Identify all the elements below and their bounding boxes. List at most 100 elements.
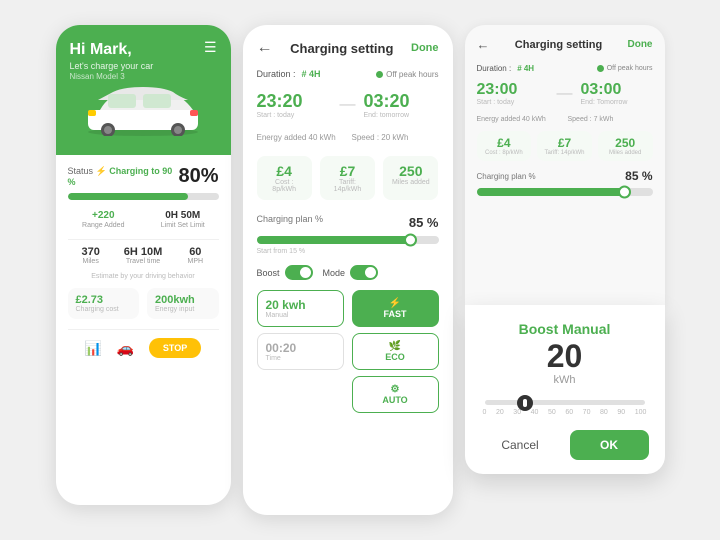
card3-duration-row: Duration : # 4H Off peak hours [477, 64, 653, 73]
end-time-sub: End: tomorrow [364, 112, 439, 119]
travel-metric: 6H 10M Travel time [120, 246, 166, 265]
done-button[interactable]: Done [411, 42, 439, 54]
duration-row: Duration : # 4H Off peak hours [257, 69, 439, 79]
range-labels: 0 20 30 40 50 60 70 80 90 100 [481, 409, 649, 416]
time-row: 23:20 Start : today — 03:20 End: tomorro… [257, 91, 439, 119]
speed-label: MPH [172, 258, 218, 265]
energy-added-label: Energy added 40 kWh [257, 133, 344, 142]
mode-toggle[interactable] [350, 265, 378, 280]
boost-range-track[interactable] [485, 400, 645, 405]
miles-val: 370 [68, 246, 114, 258]
boost-mode-options: 20 kwh Manual 00:20 Time ⚡ FAST 🌿 ECO [257, 290, 439, 413]
range-added-val: +220 [68, 210, 140, 221]
plan-label: Charging plan % [257, 214, 324, 224]
boost-popup-title: Boost Manual [481, 321, 649, 337]
peak-badge: Off peak hours [376, 70, 438, 79]
limit-label: Limit Set Limit [147, 222, 219, 229]
status-text: Status ⚡ Charging to 90 % [68, 166, 179, 187]
start-time-box: 23:20 Start : today [257, 91, 332, 119]
miles-label: Miles [68, 258, 114, 265]
card3-end-sub: End: Tomorrow [581, 99, 653, 106]
tariff-box: £7 Tariff: 14p/kWh [320, 156, 375, 200]
time-input-box[interactable]: 00:20 Time [257, 333, 344, 370]
greeting: Hi Mark, [70, 41, 217, 59]
stop-button[interactable]: STOP [149, 338, 201, 358]
range-label-100: 100 [635, 409, 647, 416]
fast-icon: ⚡ [359, 298, 432, 309]
travel-label: Travel time [120, 258, 166, 265]
boost-title-normal: Boost [519, 321, 563, 337]
card3-plan-row: Charging plan % 85 % [477, 169, 653, 183]
duration-val: # 4H [302, 69, 321, 79]
boost-val-box[interactable]: 20 kwh Manual [257, 290, 344, 327]
peak-label: Off peak hours [386, 70, 438, 79]
range-label-40: 40 [531, 409, 539, 416]
ok-button[interactable]: OK [570, 430, 649, 460]
miles-desc: Miles added [391, 179, 430, 186]
mode-label: Mode [323, 268, 346, 278]
card3-cost-box: £4 Cost : 8p/kWh [477, 131, 532, 161]
card3-tariff-box: £7 Tariff: 14p/kWh [537, 131, 592, 161]
car-image [70, 81, 217, 136]
card3-cost-desc: Cost : 8p/kWh [483, 150, 526, 156]
boost-toggle[interactable] [285, 265, 313, 280]
range-label-50: 50 [548, 409, 556, 416]
boost-title-green: Manual [562, 321, 610, 337]
cancel-button[interactable]: Cancel [481, 430, 560, 460]
mode-auto-btn[interactable]: ⚙ AUTO [352, 376, 439, 413]
card-nav: ← Charging setting Done [257, 39, 439, 57]
chart-icon[interactable]: 📊 [85, 340, 102, 357]
travel-val: 6H 10M [120, 246, 166, 258]
boost-range-thumb[interactable] [517, 395, 533, 411]
estimate-text: Estimate by your driving behavior [68, 273, 219, 280]
range-label-60: 60 [565, 409, 573, 416]
cost-boxes-row: £4 Cost : 8p/kWh £7 Tariff: 14p/kWh 250 … [257, 156, 439, 200]
card3-miles-desc: Miles added [604, 150, 647, 156]
boost-popup: Boost Manual 20 kWh 0 20 30 40 50 60 70 … [465, 305, 665, 474]
back-arrow-icon[interactable]: ← [257, 39, 273, 57]
card3-peak-badge: Off peak hours [597, 65, 653, 72]
card3-slider-fill [477, 188, 627, 196]
range-label-0: 0 [483, 409, 487, 416]
card3-done[interactable]: Done [627, 39, 652, 50]
card-title: Charging setting [290, 41, 393, 56]
menu-icon[interactable]: ☰ [204, 39, 217, 56]
range-label-90: 90 [617, 409, 625, 416]
miles-metric: 370 Miles [68, 246, 114, 265]
card3-energy-row: Energy added 40 kWh Speed : 7 kWh [477, 116, 653, 123]
slider-start-label: Start from 15 % [257, 248, 439, 255]
charging-cost-val: £2.73 [76, 294, 132, 306]
range-added-stat: +220 Range Added [68, 210, 140, 229]
speed-val: 60 [172, 246, 218, 258]
mode-options-section: ⚡ FAST 🌿 ECO ⚙ AUTO [352, 290, 439, 413]
card3-plan-pct: 85 % [625, 169, 652, 183]
card3-back-icon[interactable]: ← [477, 37, 490, 52]
mode-eco-btn[interactable]: 🌿 ECO [352, 333, 439, 370]
charging-setting-card: ← Charging setting Done Duration : # 4H … [243, 25, 453, 515]
card3-miles-val: 250 [604, 136, 647, 150]
card3-start-time: 23:00 [477, 81, 549, 99]
boost-mode-row: Boost Mode [257, 265, 439, 280]
charge-percent: 80% [178, 165, 218, 188]
time-input-val: 00:20 [266, 341, 335, 355]
card3-time-dash: — [557, 85, 573, 103]
range-label-30: 30 [513, 409, 521, 416]
slider-thumb [404, 234, 417, 247]
mode-fast-btn[interactable]: ⚡ FAST [352, 290, 439, 327]
charging-plan-slider[interactable] [257, 236, 439, 244]
card3-duration-label: Duration : [477, 64, 512, 73]
background-charging-card: ← Charging setting Done Duration : # 4H … [465, 25, 665, 305]
cost-box: £4 Cost : 8p/kWh [257, 156, 312, 200]
charge-progress-bar [68, 193, 219, 200]
card3-duration-val: # 4H [517, 64, 534, 73]
car-icon[interactable]: 🚗 [117, 340, 134, 357]
card3-end-time: 03:00 [581, 81, 653, 99]
slider-fill [257, 236, 412, 244]
boost-toggle-group: Boost [257, 265, 313, 280]
start-time-val: 23:20 [257, 91, 332, 112]
speed-metric: 60 MPH [172, 246, 218, 265]
energy-input-box: 200kwh Energy input [147, 288, 219, 319]
card3-title: Charging setting [515, 39, 602, 51]
card3-cost-val: £4 [483, 136, 526, 150]
stats-row: +220 Range Added 0H 50M Limit Set Limit [68, 210, 219, 229]
